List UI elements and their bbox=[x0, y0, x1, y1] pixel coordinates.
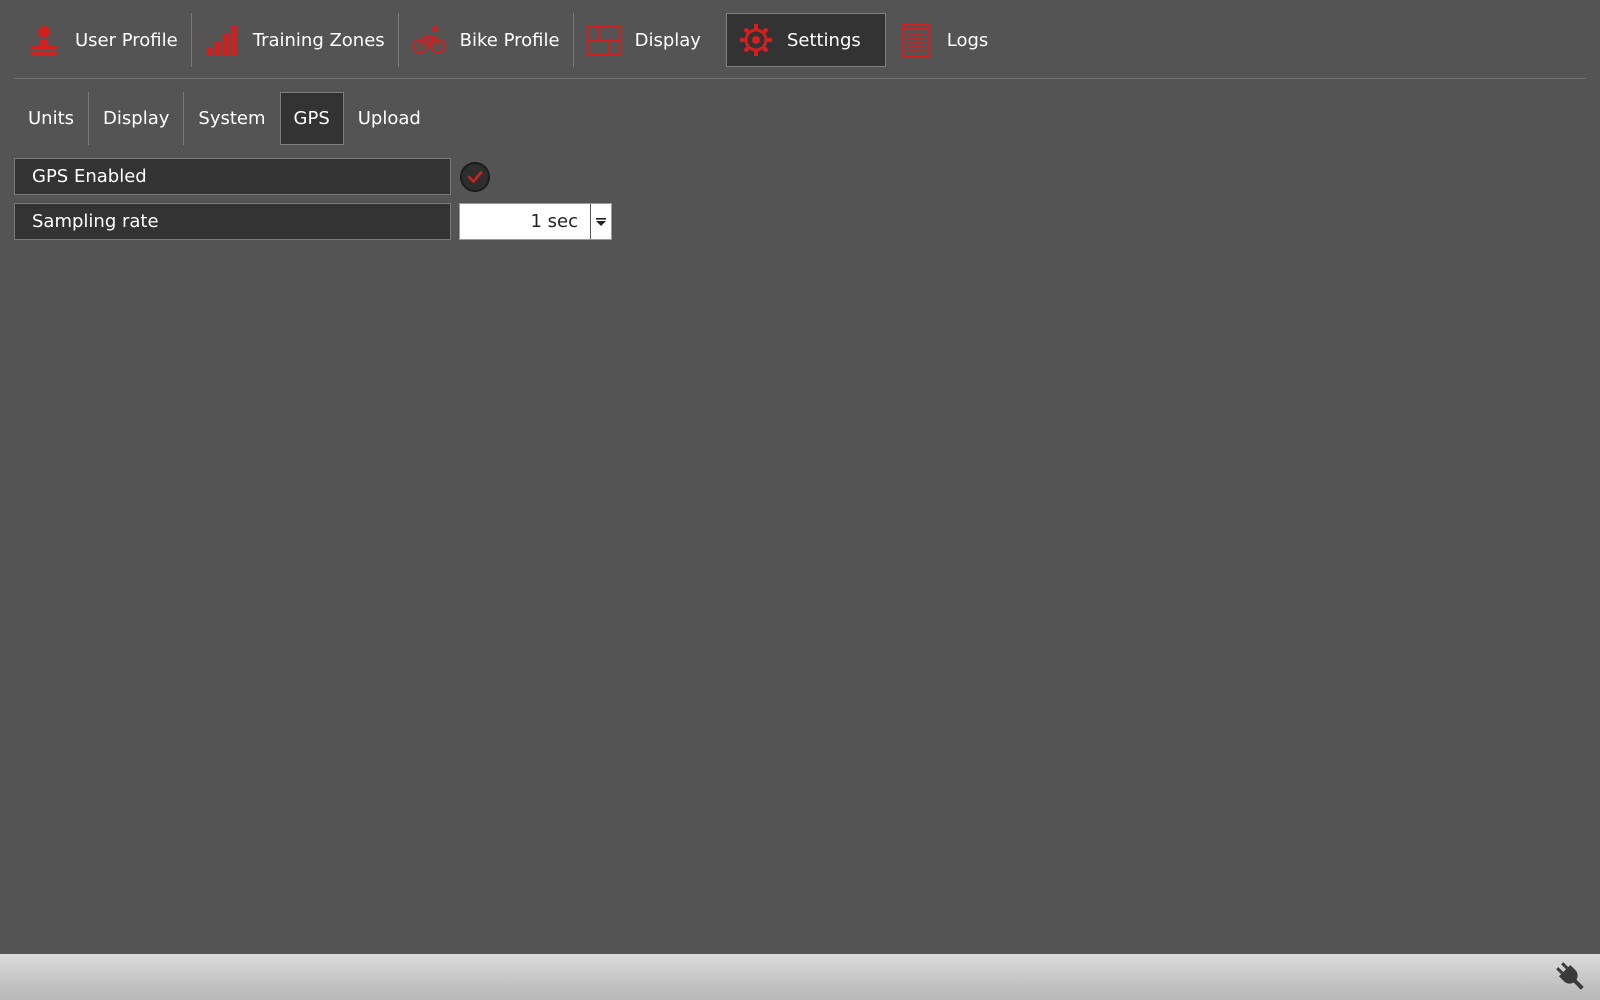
tab-user-profile[interactable]: User Profile bbox=[14, 13, 191, 67]
subtab-system[interactable]: System bbox=[184, 92, 279, 145]
dropdown-arrow-icon[interactable] bbox=[590, 204, 611, 239]
sampling-rate-value[interactable]: 1 sec bbox=[460, 204, 590, 239]
display-grid-icon bbox=[586, 23, 621, 57]
subtab-system-label: System bbox=[198, 108, 266, 129]
status-bar bbox=[0, 954, 1600, 1000]
bike-icon bbox=[412, 23, 446, 57]
tab-logs[interactable]: Logs bbox=[886, 13, 1002, 67]
gps-enabled-checkbox[interactable] bbox=[460, 161, 490, 192]
tab-display-label: Display bbox=[634, 29, 701, 51]
tab-display[interactable]: Display bbox=[574, 13, 714, 67]
tab-bike-profile[interactable]: Bike Profile bbox=[399, 13, 573, 67]
tab-settings[interactable]: Settings bbox=[725, 13, 886, 67]
main-navigation: User Profile Training Zones Bike Profile… bbox=[14, 13, 1001, 67]
subtab-units-label: Units bbox=[28, 108, 75, 129]
subtab-display-label: Display bbox=[103, 108, 170, 129]
tab-settings-label: Settings bbox=[786, 29, 861, 51]
checkmark-icon bbox=[467, 170, 483, 183]
nav-divider bbox=[14, 78, 1586, 79]
tab-user-profile-label: User Profile bbox=[75, 29, 178, 51]
sampling-rate-row: Sampling rate 1 sec bbox=[14, 203, 612, 240]
tab-logs-label: Logs bbox=[946, 29, 989, 51]
subtab-gps-label: GPS bbox=[293, 108, 330, 129]
subtab-upload[interactable]: Upload bbox=[344, 92, 435, 145]
subtab-upload-label: Upload bbox=[357, 108, 421, 129]
gps-enabled-row: GPS Enabled bbox=[14, 158, 490, 195]
tab-bike-profile-label: Bike Profile bbox=[459, 29, 560, 51]
app-window: User Profile Training Zones Bike Profile… bbox=[0, 0, 1600, 1000]
subtab-display[interactable]: Display bbox=[89, 92, 183, 145]
subtab-units[interactable]: Units bbox=[14, 92, 88, 145]
sampling-rate-select[interactable]: 1 sec bbox=[459, 203, 612, 240]
plug-connection-icon[interactable] bbox=[1554, 960, 1588, 994]
tab-training-zones-label: Training Zones bbox=[252, 29, 385, 51]
log-list-icon bbox=[899, 23, 933, 57]
bar-chart-icon bbox=[205, 23, 239, 57]
user-icon bbox=[27, 23, 61, 57]
gps-enabled-label: GPS Enabled bbox=[14, 158, 451, 195]
sampling-rate-label: Sampling rate bbox=[14, 203, 451, 240]
gear-icon bbox=[739, 23, 773, 57]
tab-training-zones[interactable]: Training Zones bbox=[192, 13, 398, 67]
settings-sub-navigation: Units Display System GPS Upload bbox=[14, 92, 435, 145]
subtab-gps[interactable]: GPS bbox=[279, 92, 344, 145]
